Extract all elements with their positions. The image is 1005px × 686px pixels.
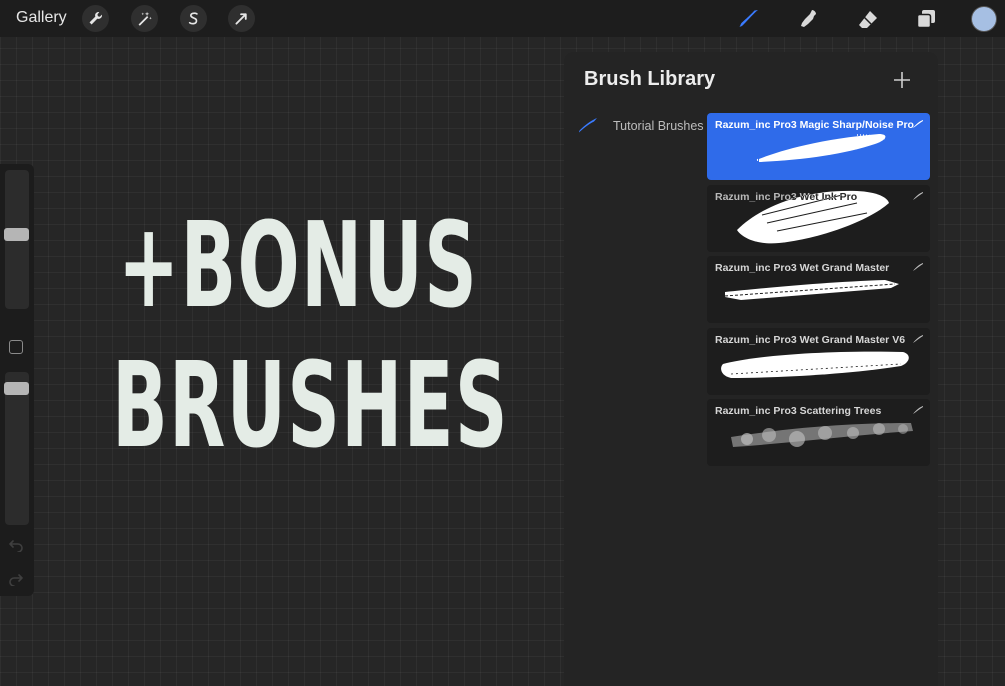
brush-card[interactable]: Razum_inc Pro3 Wet Grand Master V6 bbox=[707, 328, 930, 395]
brush-set-label[interactable]: Tutorial Brushes bbox=[613, 119, 704, 133]
magic-wand-icon[interactable] bbox=[131, 5, 158, 32]
eraser-icon[interactable] bbox=[855, 6, 881, 32]
top-toolbar: Gallery bbox=[0, 0, 1005, 37]
brush-type-icon bbox=[913, 192, 923, 200]
layers-icon[interactable] bbox=[913, 6, 939, 32]
brush-card[interactable]: Razum_inc Pro3 Scattering Trees bbox=[707, 399, 930, 466]
left-sidebar bbox=[0, 164, 34, 596]
brush-icon[interactable] bbox=[736, 6, 762, 32]
transform-arrow-icon[interactable] bbox=[228, 5, 255, 32]
undo-icon[interactable] bbox=[8, 538, 24, 552]
brush-stroke-preview bbox=[724, 280, 899, 300]
canvas-heading-line2: BRUSHES bbox=[112, 336, 509, 474]
brush-stroke-preview bbox=[756, 134, 886, 162]
gallery-button[interactable]: Gallery bbox=[16, 9, 67, 27]
smudge-icon[interactable] bbox=[796, 6, 822, 32]
brush-size-slider[interactable] bbox=[4, 170, 29, 309]
brush-size-thumb[interactable] bbox=[4, 228, 29, 241]
brush-stroke-preview bbox=[721, 351, 909, 378]
brush-set-icon[interactable] bbox=[578, 116, 598, 134]
wrench-icon[interactable] bbox=[82, 5, 109, 32]
plus-icon[interactable] bbox=[892, 70, 912, 90]
redo-icon[interactable] bbox=[8, 572, 24, 586]
brush-card[interactable]: Razum_inc Pro3 Wet Ink Pro bbox=[707, 185, 930, 252]
modify-square-icon[interactable] bbox=[9, 340, 23, 354]
brush-opacity-slider[interactable] bbox=[4, 372, 29, 525]
brush-stroke-preview bbox=[731, 423, 913, 447]
canvas-heading-line1: +BONUS bbox=[118, 196, 479, 334]
panel-title: Brush Library bbox=[584, 68, 716, 90]
brush-card[interactable]: Razum_inc Pro3 Magic Sharp/Noise Pro bbox=[707, 113, 930, 180]
brush-card[interactable]: Razum_inc Pro3 Wet Grand Master bbox=[707, 256, 930, 323]
brush-opacity-thumb[interactable] bbox=[4, 382, 29, 395]
color-picker-button[interactable] bbox=[972, 7, 996, 31]
brush-library-panel: Brush Library Tutorial Brushes Razum_inc… bbox=[564, 52, 938, 686]
selection-s-icon[interactable] bbox=[180, 5, 207, 32]
brush-name: Razum_inc Pro3 Wet Ink Pro bbox=[715, 191, 858, 203]
